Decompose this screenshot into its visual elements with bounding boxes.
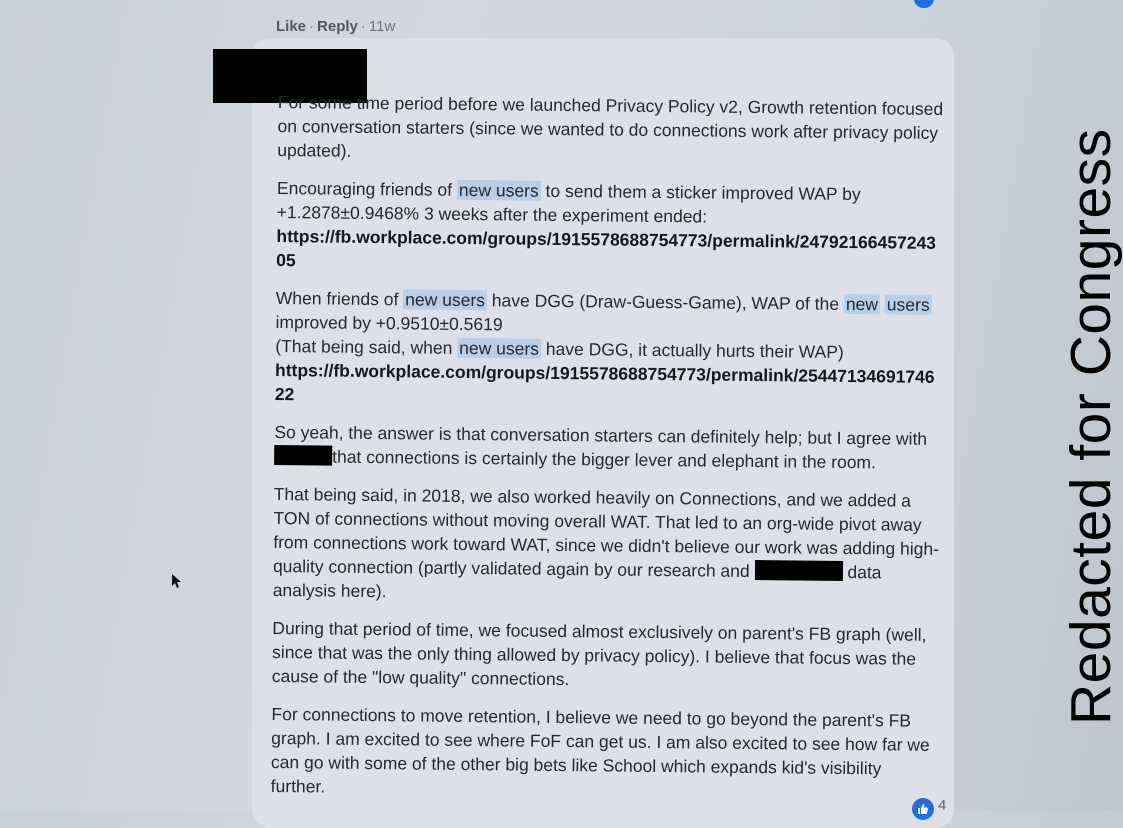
paragraph-5: That being said, in 2018, we also worked… xyxy=(273,482,942,609)
text: improved by +0.9510±0.5619 xyxy=(275,311,503,335)
reaction-icon xyxy=(914,0,934,8)
search-highlight: new xyxy=(843,293,881,315)
reaction-count[interactable]: 4 xyxy=(938,797,946,814)
like-link[interactable]: Like xyxy=(276,18,306,35)
text: When friends of xyxy=(275,287,404,310)
paragraph-3: When friends of new users have DGG (Draw… xyxy=(275,286,944,413)
text: that connections is certainly the bigger… xyxy=(332,446,877,473)
text: (That being said, when xyxy=(275,335,458,358)
comment-meta: Like · Reply · 11w xyxy=(276,18,395,35)
paragraph-1: For some time period before we launched … xyxy=(277,91,944,161)
stamp-text: Redacted for Congress xyxy=(1059,128,1123,725)
comment-body: For some time period before we launched … xyxy=(270,90,946,819)
paragraph-6: During that period of time, we focused a… xyxy=(271,617,927,690)
text: have DGG, it actually hurts their WAP) xyxy=(540,338,844,362)
text: have DGG (Draw-Guess-Game), WAP of the xyxy=(486,290,844,314)
separator: · xyxy=(309,18,315,35)
separator: · xyxy=(360,18,366,35)
search-highlight: users xyxy=(884,294,932,315)
text: So yeah, the answer is that conversation… xyxy=(274,421,928,449)
text: Encouraging friends of xyxy=(276,177,458,200)
search-highlight: new users xyxy=(456,179,541,201)
redacted-name xyxy=(274,444,333,466)
paragraph-4: So yeah, the answer is that conversation… xyxy=(274,420,942,475)
paragraph-2: Encouraging friends of new users to send… xyxy=(276,176,945,279)
paragraph-7: For connections to move retention, I bel… xyxy=(270,703,930,797)
search-highlight: new users xyxy=(403,289,488,311)
mouse-cursor-icon xyxy=(172,574,182,588)
reply-link[interactable]: Reply xyxy=(317,18,358,35)
redacted-name xyxy=(754,560,843,581)
permalink-1[interactable]: https://fb.workplace.com/groups/19155786… xyxy=(276,226,936,270)
thumbs-up-icon[interactable] xyxy=(912,798,934,820)
permalink-2[interactable]: https://fb.workplace.com/groups/19155786… xyxy=(275,360,935,404)
search-highlight: new users xyxy=(457,337,542,359)
timestamp[interactable]: 11w xyxy=(369,18,395,35)
